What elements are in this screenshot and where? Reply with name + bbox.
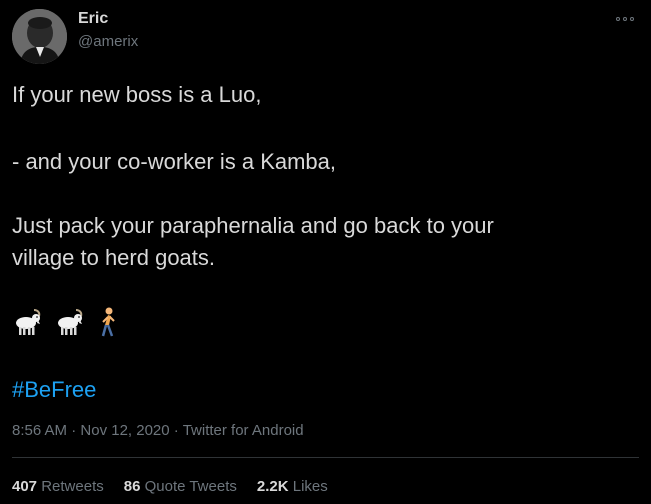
likes-stat[interactable]: 2.2K Likes xyxy=(257,478,328,495)
goat-icon xyxy=(58,309,83,335)
retweets-label: Retweets xyxy=(41,478,104,495)
tweet-time[interactable]: 8:56 AM xyxy=(12,422,67,439)
tweet-text-line: - and your co-worker is a Kamba, xyxy=(12,149,337,174)
divider xyxy=(12,457,639,458)
quote-tweets-count: 86 xyxy=(123,478,141,495)
tweet-card: Eric @amerix If your new boss is a Luo, … xyxy=(0,0,651,504)
emoji-row xyxy=(12,306,120,338)
likes-label: Likes xyxy=(292,478,328,495)
tweet-stats: 407 Retweets 86 Quote Tweets 2.2K Likes xyxy=(12,478,328,495)
meta-separator: · xyxy=(71,422,77,439)
retweets-stat[interactable]: 407 Retweets xyxy=(12,478,104,495)
person-walking-icon xyxy=(101,307,115,337)
avatar-portrait-icon xyxy=(12,9,67,64)
likes-count: 2.2K xyxy=(256,478,289,495)
tweet-date[interactable]: Nov 12, 2020 xyxy=(80,422,169,439)
tweet-source-link[interactable]: Twitter for Android xyxy=(183,422,304,439)
more-dot-icon xyxy=(616,17,620,21)
tweet-meta: 8:56 AM · Nov 12, 2020 · Twitter for And… xyxy=(12,422,304,439)
meta-separator: · xyxy=(173,422,179,439)
tweet-text-line: village to herd goats. xyxy=(12,245,216,270)
more-options-button[interactable] xyxy=(612,11,638,27)
author-handle[interactable]: @amerix xyxy=(78,33,138,50)
avatar[interactable] xyxy=(12,9,67,64)
tweet-text-line: If your new boss is a Luo, xyxy=(12,82,262,107)
more-dot-icon xyxy=(630,17,634,21)
author-name[interactable]: Eric xyxy=(78,10,108,28)
quote-tweets-label: Quote Tweets xyxy=(144,478,237,495)
retweets-count: 407 xyxy=(12,478,38,495)
goat-icon xyxy=(16,309,41,335)
hashtag-link[interactable]: #BeFree xyxy=(12,375,96,405)
tweet-text-line: Just pack your paraphernalia and go back… xyxy=(12,213,494,238)
more-dot-icon xyxy=(623,17,627,21)
quote-tweets-stat[interactable]: 86 Quote Tweets xyxy=(124,478,237,495)
